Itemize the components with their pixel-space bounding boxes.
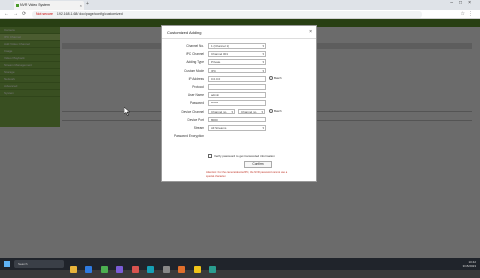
device-channel-start-select[interactable]: Channel no. ▾ xyxy=(208,108,235,115)
checkbox-icon[interactable] xyxy=(208,154,212,159)
field-label: Device Port xyxy=(187,117,204,122)
close-icon[interactable]: × xyxy=(309,29,312,35)
field-label: Channel No. xyxy=(186,44,204,48)
ipc-channel-select[interactable]: Channel 001 ▾ xyxy=(208,51,266,57)
browser-tab[interactable]: NVR Video System × xyxy=(14,1,84,10)
chevron-down-icon: ▾ xyxy=(262,60,264,65)
password-input[interactable]: ****** xyxy=(208,100,266,107)
adding-type-select[interactable]: Private ▾ xyxy=(208,59,266,66)
close-tab-icon[interactable]: × xyxy=(80,1,82,10)
form-row: Adding Type Private ▾ xyxy=(162,59,316,67)
form-row: Protocol xyxy=(162,83,316,92)
new-tab-button[interactable]: + xyxy=(86,1,89,7)
device-port-input[interactable]: 8000 xyxy=(208,116,266,123)
password-warning: Attention: For the camera/device/IPC, th… xyxy=(206,171,288,178)
field-label: Password Encryption xyxy=(174,134,204,139)
form-row: Password Encryption xyxy=(162,133,316,141)
clock-date: 3/15/2023 xyxy=(462,264,476,268)
chevron-down-icon: ▾ xyxy=(262,44,264,48)
form-row: IP Address 0.0.0.0 Batch xyxy=(162,75,316,84)
form-row: IPC Channel Channel 001 ▾ xyxy=(162,51,316,59)
custom-mode-select[interactable]: IPC ▾ xyxy=(208,67,266,74)
dialog-header: Customized Adding × xyxy=(162,26,316,39)
field-label: Adding Type xyxy=(186,60,204,65)
window-controls[interactable]: –□× xyxy=(450,0,477,6)
ip-address-input[interactable]: 0.0.0.0 xyxy=(208,75,266,82)
chevron-down-icon: ▾ xyxy=(262,125,264,130)
system-clock[interactable]: 10:42 3/15/2023 xyxy=(463,260,476,268)
checkbox-label: Verify password to get transcoded inform… xyxy=(214,154,275,158)
chevron-down-icon: ▾ xyxy=(262,52,264,57)
form-row: Device Channel Channel no. ▾ Channel no. ▾… xyxy=(162,108,316,117)
channel-no-select[interactable]: 1 (Channel 1) ▾ xyxy=(208,43,266,49)
verify-password-checkbox[interactable]: Verify password to get transcoded inform… xyxy=(208,154,275,159)
url-text: 192.168.1.68/ doc/page/config/customized xyxy=(56,12,123,16)
device-channel-end-select[interactable]: Channel no. ▾ xyxy=(238,108,265,115)
nav-buttons[interactable]: ←→⟳ xyxy=(4,11,30,17)
field-label: User Name xyxy=(187,93,204,98)
taskbar: Search 10:42 3/15/2023 xyxy=(0,258,480,273)
extensions-icons[interactable]: ☆⋮ xyxy=(461,11,476,17)
stream-select[interactable]: All Streams ▾ xyxy=(208,124,266,131)
chevron-down-icon: ▾ xyxy=(261,109,263,114)
form-row: Channel No. 1 (Channel 1) ▾ xyxy=(162,43,316,51)
field-label: Protocol xyxy=(192,84,204,89)
tab-bar: NVR Video System × + –□× xyxy=(0,0,480,10)
protocol-input[interactable] xyxy=(208,83,266,90)
windows-start-icon[interactable] xyxy=(4,261,10,267)
url-input[interactable]: Not secure 192.168.1.68/ doc/page/config… xyxy=(32,11,422,18)
field-label: IPC Channel xyxy=(185,52,204,57)
taskbar-search[interactable]: Search xyxy=(14,260,64,268)
tab-title: NVR Video System xyxy=(20,3,50,7)
field-label: Password xyxy=(190,101,204,106)
field-label: Custom Mode xyxy=(184,68,204,73)
dialog-title: Customized Adding xyxy=(167,30,202,35)
field-label: Device Channel xyxy=(181,109,204,114)
not-secure-label[interactable]: Not secure xyxy=(36,12,53,16)
form-row: Device Port 8000 xyxy=(162,116,316,125)
form-row: Stream All Streams ▾ xyxy=(162,124,316,133)
customized-adding-dialog: Customized Adding × Channel No. 1 (Chann… xyxy=(161,25,317,182)
field-label: Stream xyxy=(193,125,204,130)
form-row: Password ****** xyxy=(162,100,316,108)
address-bar: ←→⟳ Not secure 192.168.1.68/ doc/page/co… xyxy=(0,10,480,19)
batch-radio[interactable]: Batch xyxy=(269,76,282,81)
batch-radio[interactable]: Batch xyxy=(269,109,282,114)
form-row: User Name admin xyxy=(162,92,316,100)
favicon-icon xyxy=(16,4,19,7)
chevron-down-icon: ▾ xyxy=(231,109,233,114)
mouse-pointer-icon xyxy=(124,107,130,116)
taskbar-apps xyxy=(70,260,220,273)
chevron-down-icon: ▾ xyxy=(262,68,264,73)
field-label: IP Address xyxy=(188,76,204,81)
form-row: Custom Mode IPC ▾ xyxy=(162,67,316,76)
username-input[interactable]: admin xyxy=(208,92,266,98)
adding-form: Channel No. 1 (Channel 1) ▾ IPC Channel C… xyxy=(162,43,316,141)
confirm-button[interactable]: Confirm xyxy=(244,161,272,168)
